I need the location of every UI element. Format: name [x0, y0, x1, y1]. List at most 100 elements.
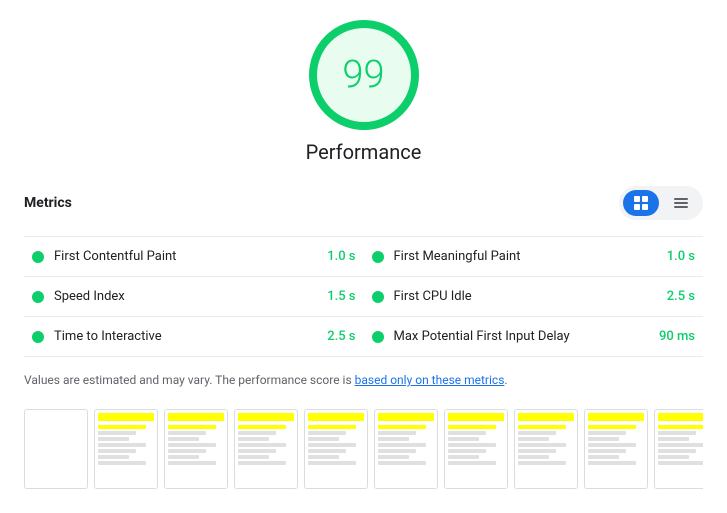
filmstrip-bar: [518, 413, 574, 421]
score-label: Performance: [306, 140, 422, 164]
metric-dot: [32, 251, 44, 263]
filmstrip-content: [95, 410, 157, 488]
filmstrip-line: [168, 449, 206, 453]
footer-text-before: Values are estimated and may vary. The p…: [24, 373, 355, 387]
filmstrip-frame[interactable]: [514, 409, 578, 489]
metric-value: 1.0 s: [327, 249, 355, 264]
filmstrip-line: [658, 431, 696, 435]
filmstrip-line: [308, 437, 339, 441]
filmstrip-line: [448, 461, 496, 465]
filmstrip-frame[interactable]: [584, 409, 648, 489]
filmstrip-bar: [378, 413, 434, 421]
filmstrip-line: [658, 437, 689, 441]
filmstrip-line: [448, 455, 479, 459]
metric-value: 2.5 s: [327, 329, 355, 344]
footer-text-after: .: [504, 373, 507, 387]
metric-name: First Meaningful Paint: [394, 249, 659, 264]
filmstrip-line: [588, 449, 626, 453]
filmstrip-line: [518, 431, 556, 435]
metric-row: First Contentful Paint 1.0 s: [24, 237, 364, 277]
filmstrip-line: [168, 431, 206, 435]
metric-name: Speed Index: [54, 289, 319, 304]
score-value: 99: [342, 53, 384, 97]
filmstrip-line: [518, 425, 566, 429]
filmstrip-content: [25, 410, 87, 488]
metric-name: Time to Interactive: [54, 329, 319, 344]
filmstrip-bar: [308, 413, 364, 421]
filmstrip-frame[interactable]: [24, 409, 88, 489]
filmstrip-line: [378, 455, 409, 459]
filmstrip-content: [235, 410, 297, 488]
filmstrip-line: [168, 455, 199, 459]
view-toggle: [619, 186, 703, 220]
filmstrip-bar: [588, 413, 644, 421]
filmstrip-line: [658, 443, 703, 447]
filmstrip-line: [98, 461, 146, 465]
filmstrip-line: [448, 437, 479, 441]
filmstrip-line: [588, 461, 636, 465]
metric-row: Speed Index 1.5 s: [24, 277, 364, 317]
filmstrip-line: [238, 443, 286, 447]
footer-link[interactable]: based only on these metrics: [355, 373, 505, 387]
filmstrip-line: [238, 455, 269, 459]
filmstrip-line: [448, 443, 496, 447]
metric-dot: [32, 291, 44, 303]
filmstrip-line: [378, 449, 416, 453]
filmstrip-line: [238, 449, 276, 453]
filmstrip-line: [98, 431, 136, 435]
filmstrip-frame[interactable]: [164, 409, 228, 489]
filmstrip-line: [518, 461, 566, 465]
filmstrip-frame[interactable]: [444, 409, 508, 489]
metric-value: 2.5 s: [667, 289, 695, 304]
metric-dot: [32, 331, 44, 343]
filmstrip-frame[interactable]: [94, 409, 158, 489]
grid-view-button[interactable]: [623, 190, 659, 216]
filmstrip-line: [588, 425, 636, 429]
filmstrip-line: [308, 425, 356, 429]
filmstrip-line: [238, 437, 269, 441]
metric-dot: [372, 331, 384, 343]
filmstrip-line: [98, 443, 146, 447]
filmstrip-line: [658, 455, 689, 459]
filmstrip-line: [658, 425, 703, 429]
list-view-button[interactable]: [663, 190, 699, 216]
filmstrip-line: [448, 431, 486, 435]
metric-dot: [372, 251, 384, 263]
filmstrip-line: [378, 443, 426, 447]
metric-row: Max Potential First Input Delay 90 ms: [364, 317, 704, 357]
filmstrip-content: [515, 410, 577, 488]
filmstrip-content: [165, 410, 227, 488]
filmstrip-line: [518, 449, 556, 453]
metric-value: 1.5 s: [327, 289, 355, 304]
list-icon: [673, 195, 689, 211]
grid-icon: [633, 195, 649, 211]
filmstrip-content: [585, 410, 647, 488]
filmstrip-line: [378, 425, 426, 429]
filmstrip-line: [588, 437, 619, 441]
filmstrip-line: [588, 431, 626, 435]
filmstrip-frame[interactable]: [654, 409, 703, 489]
filmstrip: [24, 405, 703, 493]
filmstrip-line: [238, 431, 276, 435]
metric-row: First CPU Idle 2.5 s: [364, 277, 704, 317]
metric-row: First Meaningful Paint 1.0 s: [364, 237, 704, 277]
metric-value: 1.0 s: [667, 249, 695, 264]
metric-row: Time to Interactive 2.5 s: [24, 317, 364, 357]
metrics-header: Metrics: [24, 180, 703, 226]
metric-name: First CPU Idle: [394, 289, 659, 304]
filmstrip-bar: [658, 413, 703, 421]
filmstrip-line: [98, 455, 129, 459]
filmstrip-frame[interactable]: [304, 409, 368, 489]
metric-dot: [372, 291, 384, 303]
metrics-grid: First Contentful Paint 1.0 s First Meani…: [24, 236, 703, 357]
filmstrip-line: [308, 455, 339, 459]
filmstrip-line: [308, 461, 356, 465]
filmstrip-frame[interactable]: [374, 409, 438, 489]
filmstrip-line: [168, 437, 199, 441]
score-section: 99 Performance: [24, 20, 703, 164]
metric-value: 90 ms: [659, 329, 695, 344]
filmstrip-frame[interactable]: [234, 409, 298, 489]
filmstrip-line: [168, 443, 216, 447]
filmstrip-line: [168, 425, 216, 429]
metrics-title: Metrics: [24, 195, 72, 211]
